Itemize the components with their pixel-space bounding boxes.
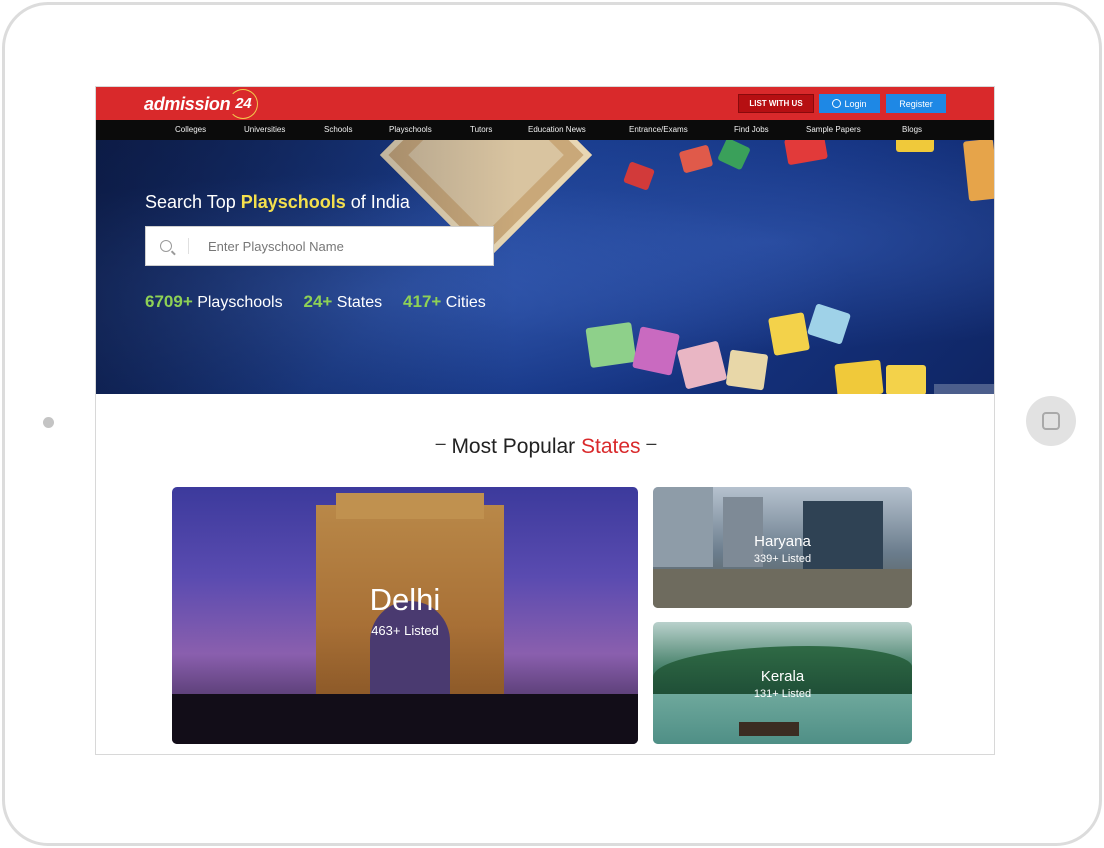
section-title-prefix: Most Popular — [451, 435, 581, 458]
puzzle-piece-image — [962, 140, 994, 202]
user-icon — [832, 99, 842, 108]
state-name: Kerala — [760, 668, 805, 685]
lake-image — [653, 694, 912, 744]
state-count: 131+ Listed — [753, 688, 812, 700]
state-count: 463+ Listed — [371, 623, 439, 638]
stat-states-label: States — [336, 294, 383, 311]
puzzle-piece-image — [806, 303, 852, 345]
puzzle-piece-image — [632, 326, 680, 376]
boat-image — [739, 722, 799, 736]
search-icon — [160, 240, 172, 252]
state-name: Haryana — [754, 533, 811, 550]
list-with-us-button[interactable]: LIST WITH US — [738, 94, 814, 113]
nav-item-blogs[interactable]: Blogs — [902, 125, 922, 134]
hero-title-prefix: Search Top — [145, 192, 241, 212]
puzzle-piece-image — [585, 321, 637, 369]
nav-item-universities[interactable]: Universities — [244, 125, 285, 134]
section-title-highlight: States — [581, 435, 641, 458]
hero-title: Search Top Playschools of India — [145, 192, 410, 213]
puzzle-piece-image — [834, 359, 884, 394]
hero-stats: 6709+ Playschools 24+ States 417+ Cities — [145, 292, 486, 312]
top-header: admission 24 LIST WITH US Login Register — [96, 87, 994, 120]
nav-item-sample-papers[interactable]: Sample Papers — [806, 125, 861, 134]
hero-banner: Search Top Playschools of India Enter Pl… — [96, 140, 994, 394]
stat-states-value: 24+ — [303, 292, 333, 311]
logo[interactable]: admission 24 — [144, 89, 259, 119]
search-divider — [188, 238, 189, 254]
nav-item-playschools[interactable]: Playschools — [389, 125, 432, 134]
search-box[interactable]: Enter Playschool Name — [145, 226, 494, 266]
home-button[interactable] — [1026, 396, 1076, 446]
puzzle-piece-image — [896, 140, 934, 152]
main-nav: Colleges Universities Schools Playschool… — [96, 120, 994, 140]
stat-cities-label: Cities — [445, 294, 486, 311]
register-button[interactable]: Register — [886, 94, 946, 113]
nav-item-schools[interactable]: Schools — [324, 125, 352, 134]
logo-number: 24 — [228, 89, 259, 119]
stat-playschools-value: 6709+ — [145, 292, 193, 311]
camera-dot — [43, 417, 54, 428]
nav-item-entrance-exams[interactable]: Entrance/Exams — [629, 125, 688, 134]
hero-title-suffix: of India — [345, 192, 410, 212]
logo-text: admission — [144, 93, 231, 114]
puzzle-piece-image — [886, 365, 926, 394]
nav-item-colleges[interactable]: Colleges — [175, 125, 206, 134]
puzzle-piece-image — [784, 140, 828, 166]
puzzle-piece-image — [767, 312, 811, 356]
puzzle-piece-image — [725, 349, 769, 391]
nav-item-education-news[interactable]: Education News — [528, 125, 586, 134]
search-input[interactable]: Enter Playschool Name — [208, 239, 344, 254]
puzzle-piece-image — [717, 140, 751, 171]
hero-title-highlight: Playschools — [240, 192, 346, 212]
puzzle-piece-image — [623, 161, 655, 191]
puzzle-piece-image — [676, 340, 728, 390]
stat-playschools-label: Playschools — [197, 294, 283, 311]
section-title: – Most Popular States – — [435, 433, 657, 458]
skyline-image — [172, 694, 638, 744]
hero-shade — [96, 140, 516, 394]
home-button-icon — [1042, 412, 1060, 430]
nav-item-find-jobs[interactable]: Find Jobs — [734, 125, 769, 134]
login-label: Login — [844, 98, 867, 109]
hero-corner-strip — [934, 384, 994, 394]
login-button[interactable]: Login — [819, 94, 880, 113]
state-count: 339+ Listed — [753, 553, 812, 565]
website-screen: admission 24 LIST WITH US Login Register… — [95, 86, 995, 755]
state-card-kerala[interactable]: Kerala 131+ Listed — [653, 622, 912, 744]
stat-cities-value: 417+ — [403, 292, 442, 311]
state-card-delhi[interactable]: Delhi 463+ Listed — [172, 487, 638, 744]
nav-item-tutors[interactable]: Tutors — [470, 125, 492, 134]
street-image — [653, 569, 912, 608]
puzzle-piece-image — [678, 144, 714, 174]
state-name: Delhi — [369, 582, 441, 617]
state-card-haryana[interactable]: Haryana 339+ Listed — [653, 487, 912, 608]
